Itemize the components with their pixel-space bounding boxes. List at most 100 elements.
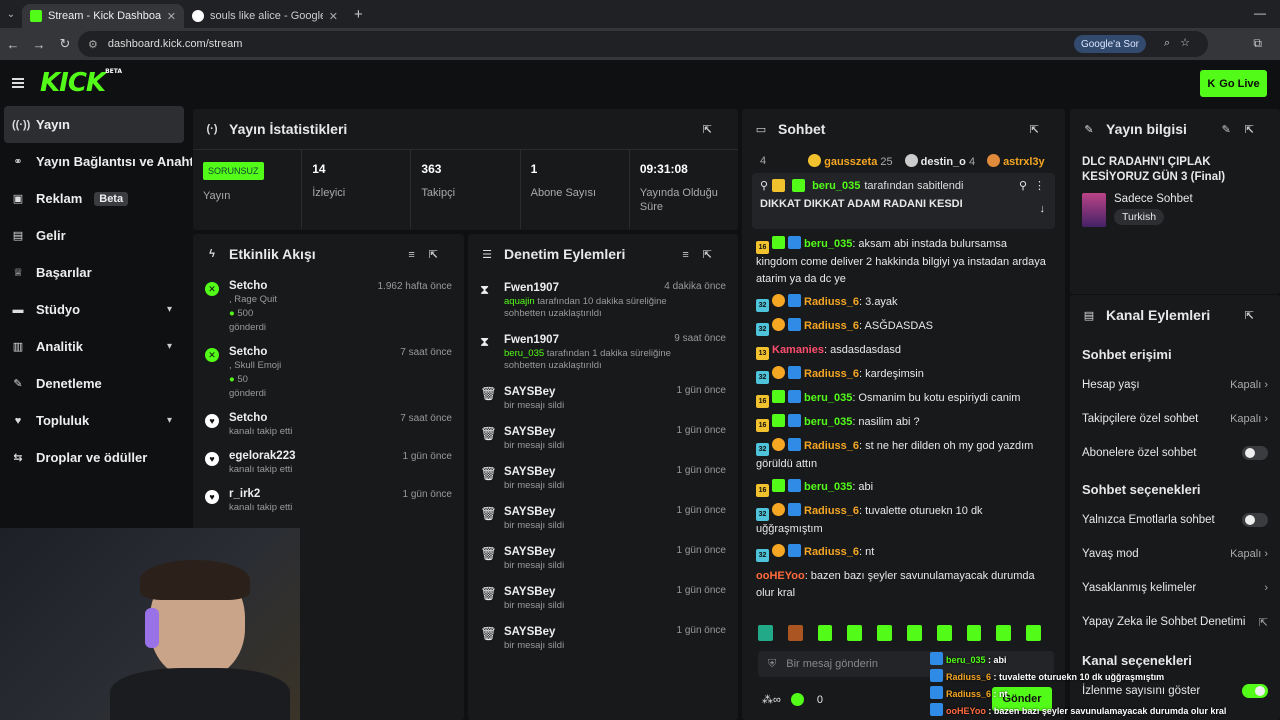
sidebar-item-community[interactable]: ♥ Topluluk ▾ [0, 402, 192, 439]
unpin-icon[interactable]: ⚲ [1019, 179, 1027, 192]
chat-username[interactable]: Radiuss_6 [804, 546, 859, 558]
sidebar-item-studio[interactable]: ▬ Stüdyo ▾ [0, 291, 192, 328]
gifter-1[interactable]: gausszeta 25 [808, 154, 893, 168]
action-target[interactable]: Fwen1907 [504, 334, 684, 346]
new-tab-icon[interactable]: + [354, 6, 363, 23]
chat-username[interactable]: Radiuss_6 [804, 440, 859, 452]
setting-toggle[interactable] [1242, 513, 1268, 527]
chat-message[interactable]: 32 Radiuss_6: tuvalette oturuekn 10 dk uğ… [742, 500, 1065, 541]
minimize-icon[interactable]: — [1254, 6, 1266, 20]
close-tab-icon[interactable]: ✕ [167, 10, 176, 23]
setting-row[interactable]: Yavaş mod Kapalı › [1070, 537, 1280, 571]
chat-message[interactable]: 16 beru_035: nasilim abi ? [742, 411, 1065, 435]
sidebar-item-achievements[interactable]: ♕ Başarılar [0, 254, 192, 291]
setting-row[interactable]: Takipçilere özel sohbet Kapalı › [1070, 402, 1280, 436]
chevron-down-icon[interactable]: ▾ [167, 415, 172, 426]
google-sor-button[interactable]: Google'a Sor [1073, 35, 1146, 53]
setting-row[interactable]: Abonelere özel sohbet [1070, 436, 1280, 470]
chat-message[interactable]: 32 Radiuss_6: 3.ayak [742, 291, 1065, 315]
chat-username[interactable]: beru_035 [804, 392, 852, 404]
language-tag[interactable]: Turkish [1114, 209, 1165, 225]
tab-search-icon[interactable]: ⌄ [0, 0, 22, 28]
back-icon[interactable]: ← [0, 37, 26, 52]
list-item[interactable]: 🗑 SAYSBey bir mesajı sildi 1 gün önce [468, 378, 738, 418]
emote-icon[interactable] [847, 625, 863, 641]
sidebar-item-ads[interactable]: ▣ Reklam Beta [0, 180, 192, 217]
setting-row[interactable]: Yasaklanmış kelimeler › [1070, 571, 1280, 605]
address-bar[interactable]: ⚙ dashboard.kick.com/stream Google'a Sor… [78, 31, 1208, 57]
chat-message[interactable]: 32 Radiuss_6: st ne her dilden oh my god … [742, 435, 1065, 476]
chevron-down-icon[interactable]: ▾ [167, 304, 172, 315]
forward-icon[interactable]: → [26, 37, 52, 52]
list-item[interactable]: 🗑 SAYSBey bir mesajı sildi 1 gün önce [468, 618, 738, 658]
reload-icon[interactable]: ↻ [52, 36, 78, 52]
chat-message[interactable]: 16 beru_035: aksam abi instada bulursamsa… [742, 233, 1065, 291]
list-item[interactable]: ♥ egelorak223 kanalı takip etti 1 gün önce [193, 444, 464, 482]
chat-username[interactable]: beru_035 [804, 238, 852, 250]
list-item[interactable]: 🗑 SAYSBey bir mesajı sildi 1 gün önce [468, 498, 738, 538]
chat-username[interactable]: ooHEYoo [756, 570, 805, 582]
sidebar-item-drops[interactable]: ⇆ Droplar ve ödüller [0, 439, 192, 476]
list-item[interactable]: 🗑 SAYSBey bir mesajı sildi 1 gün önce [468, 578, 738, 618]
setting-row[interactable]: Yalnızca Emotlarla sohbet [1070, 503, 1280, 537]
chat-message[interactable]: 13 Kamanies: asdasdasdasd [742, 339, 1065, 363]
gifter-3[interactable]: astrxl3y [987, 154, 1045, 168]
list-item[interactable]: ♥ r_irk2 kanalı takip etti 1 gün önce [193, 482, 464, 520]
browser-tab-google[interactable]: souls like alice - Google Search ✕ [184, 4, 346, 28]
chat-username[interactable]: Kamanies [772, 344, 824, 356]
setting-row[interactable]: Hesap yaşı Kapalı › [1070, 368, 1280, 402]
action-target[interactable]: SAYSBey [504, 506, 684, 518]
chevron-down-icon[interactable]: ▾ [167, 341, 172, 352]
action-target[interactable]: SAYSBey [504, 426, 684, 438]
chat-username[interactable]: beru_035 [804, 481, 852, 493]
emote-icon[interactable] [817, 625, 833, 641]
action-target[interactable]: SAYSBey [504, 586, 684, 598]
chat-username[interactable]: Radiuss_6 [804, 505, 859, 517]
event-user[interactable]: r_irk2 [229, 488, 292, 500]
sidebar-item-stream-key[interactable]: ⚭ Yayın Bağlantısı ve Anahtarı [0, 143, 192, 180]
list-item[interactable]: ⧗ Fwen1907 aquajin tarafından 10 dakika sü… [468, 274, 738, 326]
emote-icon[interactable] [906, 625, 922, 641]
chat-message[interactable]: 16 beru_035: abi [742, 476, 1065, 500]
event-user[interactable]: egelorak223 [229, 450, 296, 462]
collapse-icon[interactable]: ↓ [1040, 203, 1046, 215]
action-actor[interactable]: beru_035 [504, 348, 544, 359]
chevron-right-icon[interactable]: › [1261, 413, 1268, 425]
go-live-button[interactable]: K Go Live [1200, 70, 1267, 97]
close-tab-icon[interactable]: ✕ [329, 10, 338, 23]
popout-icon[interactable]: ⇱ [703, 123, 726, 136]
emote-icon[interactable] [787, 625, 803, 641]
event-user[interactable]: Setcho [229, 412, 292, 424]
popout-icon[interactable]: ⇱ [1245, 309, 1268, 322]
browser-tab-kick[interactable]: Stream - Kick Dashboard ✕ [22, 4, 184, 28]
zoom-star-icons[interactable]: ⌕☆ [1164, 36, 1200, 50]
sidebar-item-yayin[interactable]: ((·)) Yayın [4, 106, 184, 143]
action-target[interactable]: SAYSBey [504, 386, 684, 398]
filter-popout-icons[interactable]: ≡⇱ [682, 248, 726, 261]
popout-icon[interactable]: ⇱ [1030, 123, 1053, 136]
filter-popout-icons[interactable]: ≡⇱ [408, 248, 452, 261]
action-target[interactable]: SAYSBey [504, 626, 684, 638]
event-user[interactable]: Setcho [229, 346, 281, 358]
sidebar-item-revenue[interactable]: ▤ Gelir [0, 217, 192, 254]
list-item[interactable]: ♥ Setcho kanalı takip etti 7 saat önce [193, 406, 464, 444]
list-item[interactable]: ⧗ Fwen1907 beru_035 tarafından 1 dakika sü… [468, 326, 738, 378]
kick-logo[interactable]: KICKBETA [40, 68, 122, 98]
chat-username[interactable]: beru_035 [804, 416, 852, 428]
chevron-right-icon[interactable]: › [1261, 548, 1268, 560]
action-actor[interactable]: aquajin [504, 296, 535, 307]
chat-message[interactable]: 32 Radiuss_6: ASĞDASDAS [742, 315, 1065, 339]
emote-icon[interactable] [936, 625, 952, 641]
category-name[interactable]: Sadece Sohbet [1114, 193, 1193, 205]
chat-message[interactable]: 16 beru_035: Osmanim bu kotu espiriydi ca… [742, 387, 1065, 411]
emote-icon[interactable] [996, 625, 1012, 641]
extensions-icon[interactable]: ⧉ [1253, 36, 1274, 51]
list-item[interactable]: 🗑 SAYSBey bir mesajı sildi 1 gün önce [468, 418, 738, 458]
sidebar-item-moderation[interactable]: ✎ Denetleme [0, 365, 192, 402]
setting-row[interactable]: Yapay Zeka ile Sohbet Denetimi ⇱ [1070, 605, 1280, 639]
list-item[interactable]: ✕ Setcho , Rage Quit ● 500 gönderdi 1.962 haf… [193, 274, 464, 340]
list-item[interactable]: 🗑 SAYSBey bir mesajı sildi 1 gün önce [468, 458, 738, 498]
more-icon[interactable]: ⋮ [1034, 179, 1045, 192]
edit-popout-icons[interactable]: ✎⇱ [1222, 123, 1268, 136]
chat-message[interactable]: 32 Radiuss_6: kardeşimsin [742, 363, 1065, 387]
